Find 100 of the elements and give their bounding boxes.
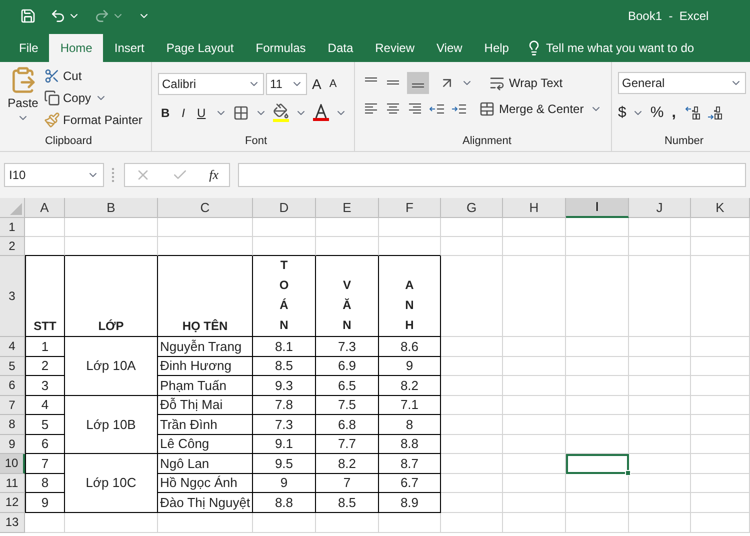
grid-cell — [691, 396, 750, 415]
grid-cell — [629, 454, 691, 474]
underline-button[interactable]: U — [194, 104, 209, 122]
row-header[interactable]: 10 — [0, 454, 25, 474]
grid-cell — [629, 356, 691, 376]
save-icon[interactable] — [20, 8, 36, 24]
copy-icon — [44, 90, 60, 106]
column-header[interactable]: K — [691, 198, 750, 218]
font-name-dropdown[interactable]: Calibri — [158, 73, 264, 95]
grid-cell — [503, 218, 566, 237]
grid-cell — [566, 512, 629, 532]
percent-button[interactable]: % — [650, 102, 664, 124]
column-header[interactable]: F — [379, 198, 441, 218]
tell-me-search[interactable]: Tell me what you want to do — [546, 39, 694, 57]
row-header[interactable]: 7 — [0, 396, 25, 415]
ribbon-tab[interactable]: Data — [316, 34, 364, 62]
table-cell: 6.8 — [316, 415, 379, 434]
bold-button[interactable]: B — [158, 104, 173, 122]
fill-color-icon[interactable] — [272, 103, 289, 122]
column-header[interactable]: H — [503, 198, 566, 218]
table-header-cell: TOÁN — [253, 256, 316, 337]
table-cell: Phạm Tuấn — [158, 376, 253, 396]
fill-handle[interactable] — [625, 470, 631, 476]
row-header[interactable]: 8 — [0, 415, 25, 434]
grid-cell — [503, 396, 566, 415]
column-header[interactable]: D — [253, 198, 316, 218]
increase-decimal-icon[interactable] — [684, 105, 700, 122]
ribbon-tab[interactable]: Home — [49, 34, 104, 62]
selected-cell[interactable] — [566, 454, 629, 474]
row-header[interactable]: 11 — [0, 474, 25, 493]
grid-cell — [441, 454, 503, 474]
row-header[interactable]: 1 — [0, 218, 25, 237]
table-cell: Nguyễn Trang — [158, 337, 253, 356]
row-header[interactable]: 6 — [0, 376, 25, 396]
grid-cell — [629, 218, 691, 237]
undo-icon[interactable] — [50, 8, 66, 24]
format-painter-button[interactable]: Format Painter — [44, 110, 142, 129]
grid-cell — [691, 474, 750, 493]
italic-button[interactable]: I — [178, 104, 188, 122]
copy-button[interactable]: Copy — [44, 88, 92, 107]
merge-center-button[interactable]: Merge & Center — [479, 100, 584, 118]
insert-function-button[interactable]: fx — [209, 165, 219, 185]
row-header[interactable]: 2 — [0, 237, 25, 256]
grid-cell — [566, 415, 629, 434]
ribbon-tab[interactable]: Formulas — [244, 34, 317, 62]
currency-button[interactable]: $ — [618, 102, 626, 124]
decrease-decimal-icon[interactable] — [706, 105, 722, 122]
grid-cell — [503, 434, 566, 454]
ribbon-tab[interactable]: Page Layout — [155, 34, 245, 62]
row-header[interactable]: 3 — [0, 256, 25, 337]
column-header[interactable]: E — [316, 198, 379, 218]
grid-cell — [629, 376, 691, 396]
table-cell: 7.5 — [316, 396, 379, 415]
paste-button[interactable]: Paste — [6, 66, 40, 132]
comma-button[interactable]: , — [670, 102, 678, 124]
name-box[interactable]: I10 — [4, 163, 104, 187]
font-color-icon[interactable] — [312, 104, 329, 121]
grid-cell — [503, 512, 566, 532]
number-format-dropdown[interactable]: General — [618, 72, 746, 94]
table-header-cell: STT — [25, 256, 65, 337]
ribbon-tab[interactable]: View — [426, 34, 474, 62]
redo-icon[interactable] — [94, 8, 110, 24]
grid-cell — [253, 512, 316, 532]
row-header[interactable]: 12 — [0, 493, 25, 512]
column-header[interactable]: I — [566, 198, 629, 218]
table-cell: Lê Công — [158, 434, 253, 454]
table-cell: 6.5 — [316, 376, 379, 396]
grid-cell — [441, 434, 503, 454]
cut-button[interactable]: Cut — [44, 66, 142, 85]
grid-cell — [691, 337, 750, 356]
shrink-font-button[interactable]: A — [326, 76, 340, 92]
row-header[interactable]: 9 — [0, 434, 25, 454]
table-cell: 7.7 — [316, 434, 379, 454]
ribbon-tab[interactable]: Help — [473, 34, 520, 62]
grid-cell — [691, 512, 750, 532]
table-cell: 6 — [25, 434, 65, 454]
borders-icon[interactable] — [232, 104, 249, 120]
wrap-text-button[interactable]: Wrap Text — [489, 74, 563, 92]
ribbon-tab[interactable]: Review — [364, 34, 426, 62]
grid-cell — [691, 415, 750, 434]
grow-font-button[interactable]: A — [309, 74, 324, 94]
formula-input[interactable] — [238, 163, 746, 187]
group-label: Alignment — [462, 134, 512, 148]
table-cell: 5 — [25, 415, 65, 434]
column-header[interactable]: B — [65, 198, 158, 218]
table-cell: 9 — [253, 474, 316, 493]
row-header[interactable]: 4 — [0, 337, 25, 356]
ribbon-tab[interactable]: File — [8, 34, 50, 62]
group-label: Clipboard — [44, 134, 94, 148]
ribbon-tab[interactable]: Insert — [103, 34, 156, 62]
table-cell: Hồ Ngọc Ánh — [158, 474, 253, 493]
font-size-dropdown[interactable]: 11 — [266, 73, 307, 95]
grid-cell — [503, 237, 566, 256]
column-header[interactable]: G — [441, 198, 503, 218]
row-header[interactable]: 5 — [0, 356, 25, 376]
column-header[interactable]: A — [25, 198, 65, 218]
column-header[interactable]: C — [158, 198, 253, 218]
column-header[interactable]: J — [629, 198, 691, 218]
row-header[interactable]: 13 — [0, 512, 25, 532]
table-cell: 8.9 — [379, 493, 441, 512]
